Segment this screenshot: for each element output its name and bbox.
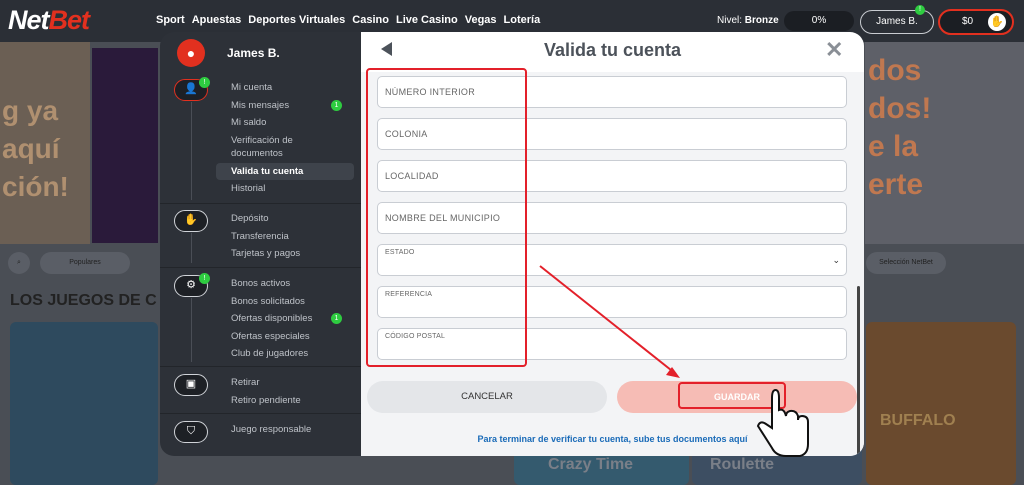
- municipio-field[interactable]: [377, 202, 847, 234]
- sidebar-item-transferencia[interactable]: Transferencia: [216, 228, 354, 246]
- sidebar-item-mi-cuenta[interactable]: Mi cuenta: [216, 79, 354, 97]
- game-tile-text: BUFFALO: [880, 412, 956, 429]
- payments-menu-group: Depósito Transferencia Tarjetas y pagos: [216, 210, 354, 263]
- sidebar-item-verificacion[interactable]: Verificación de documentos: [216, 132, 354, 163]
- nav-item-sport[interactable]: Sport: [156, 14, 185, 26]
- localidad-input[interactable]: [378, 161, 846, 191]
- chip-populares[interactable]: Populares: [40, 252, 130, 274]
- divider: [160, 366, 361, 367]
- sidebar-item-ofertas-disponibles[interactable]: Ofertas disponibles 1: [216, 310, 354, 328]
- promo-banner-right-text: dos dos! e la erte: [868, 54, 932, 201]
- upload-documents-link[interactable]: Para terminar de verificar tu cuenta, su…: [361, 434, 864, 444]
- codigo-postal-label: CÓDIGO POSTAL: [385, 333, 446, 340]
- numero-interior-field[interactable]: [377, 76, 847, 108]
- logo-bet: Bet: [48, 5, 91, 35]
- colonia-field[interactable]: [377, 118, 847, 150]
- game-tile[interactable]: [10, 322, 158, 485]
- nav-item-casino[interactable]: Casino: [352, 14, 389, 26]
- responsible-menu-group: Juego responsable: [216, 421, 354, 439]
- estado-label: ESTADO: [385, 249, 415, 256]
- sidebar-item-deposito[interactable]: Depósito: [216, 210, 354, 228]
- group-line: [191, 233, 192, 263]
- level-label: Nivel:: [717, 15, 743, 26]
- close-icon[interactable]: ✕: [825, 37, 843, 63]
- sidebar-user-name: James B.: [227, 46, 280, 60]
- sidebar-item-tarjetas[interactable]: Tarjetas y pagos: [216, 245, 354, 263]
- withdraw-menu-group: Retirar Retiro pendiente: [216, 374, 354, 409]
- sidebar-item-label: Mis mensajes: [231, 99, 290, 111]
- logo-net: Net: [8, 5, 50, 35]
- account-sidebar: ● James B. 👤 ! Mi cuenta Mis mensajes 1 M…: [160, 32, 361, 456]
- estado-select[interactable]: ESTADO ⌄: [377, 244, 847, 276]
- sidebar-item-mis-mensajes[interactable]: Mis mensajes 1: [216, 97, 354, 115]
- chip-seleccion[interactable]: Selección NetBet: [866, 252, 946, 274]
- referencia-label: REFERENCIA: [385, 291, 433, 298]
- withdraw-icon[interactable]: ▣: [174, 374, 208, 396]
- sidebar-item-ofertas-especiales[interactable]: Ofertas especiales: [216, 328, 354, 346]
- group-line: [191, 298, 192, 362]
- localidad-field[interactable]: [377, 160, 847, 192]
- verify-account-panel: Valida tu cuenta ✕ ESTADO ⌄ REFERENCIA: [361, 32, 864, 456]
- nav-item-vegas[interactable]: Vegas: [465, 14, 497, 26]
- sidebar-item-bonos-solicitados[interactable]: Bonos solicitados: [216, 293, 354, 311]
- numero-interior-input[interactable]: [378, 77, 846, 107]
- sidebar-item-club-jugadores[interactable]: Club de jugadores: [216, 345, 354, 363]
- colonia-input[interactable]: [378, 119, 846, 149]
- games-section-heading: LOS JUEGOS DE C: [10, 292, 157, 309]
- nav-item-deportes-virtuales[interactable]: Deportes Virtuales: [248, 14, 345, 26]
- account-modal: ● James B. 👤 ! Mi cuenta Mis mensajes 1 M…: [160, 32, 864, 456]
- game-tile-text: Crazy Time: [548, 456, 634, 473]
- wallet-icon[interactable]: ✋: [174, 210, 208, 232]
- promo-banner-image: [92, 48, 158, 243]
- group-badge: !: [199, 273, 210, 284]
- save-button[interactable]: GUARDAR: [617, 381, 857, 413]
- sidebar-item-retirar[interactable]: Retirar: [216, 374, 354, 392]
- referencia-field[interactable]: REFERENCIA: [377, 286, 847, 318]
- chevron-down-icon[interactable]: ⌄: [832, 255, 840, 266]
- group-badge: !: [199, 77, 210, 88]
- level-progress-bar: 0%: [784, 11, 854, 31]
- codigo-postal-field[interactable]: CÓDIGO POSTAL: [377, 328, 847, 360]
- divider: [160, 203, 361, 204]
- search-icon[interactable]: ⌕: [8, 252, 30, 274]
- sidebar-item-bonos-activos[interactable]: Bonos activos: [216, 275, 354, 293]
- level-value: Bronze: [744, 15, 779, 26]
- nav-item-apuestas[interactable]: Apuestas: [192, 14, 242, 26]
- main-nav: Sport Apuestas Deportes Virtuales Casino…: [156, 14, 540, 26]
- sidebar-item-historial[interactable]: Historial: [216, 180, 354, 198]
- game-tile-text: Roulette: [710, 456, 774, 473]
- sidebar-header: ● James B.: [160, 32, 361, 72]
- balance-value: $0: [962, 16, 974, 27]
- account-menu-group: Mi cuenta Mis mensajes 1 Mi saldo Verific…: [216, 79, 354, 198]
- user-notification-badge: !: [915, 5, 925, 15]
- divider: [160, 413, 361, 414]
- game-tile[interactable]: [866, 322, 1016, 485]
- divider: [160, 267, 361, 268]
- avatar-icon: ●: [177, 39, 205, 67]
- page-title: Valida tu cuenta: [543, 40, 682, 60]
- municipio-input[interactable]: [378, 203, 846, 233]
- messages-badge: 1: [331, 99, 342, 111]
- netbet-logo[interactable]: NetBet: [8, 5, 91, 36]
- sidebar-item-juego-responsable[interactable]: Juego responsable: [216, 421, 354, 439]
- scrollbar[interactable]: [857, 286, 860, 456]
- offers-badge: 1: [331, 313, 342, 324]
- bonus-menu-group: Bonos activos Bonos solicitados Ofertas …: [216, 275, 354, 363]
- sidebar-item-retiro-pendiente[interactable]: Retiro pendiente: [216, 392, 354, 410]
- cancel-button[interactable]: CANCELAR: [367, 381, 607, 413]
- nav-item-live-casino[interactable]: Live Casino: [396, 14, 458, 26]
- nav-item-loteria[interactable]: Lotería: [504, 14, 541, 26]
- deposit-hand-icon[interactable]: ✋: [988, 13, 1006, 31]
- sidebar-item-valida-cuenta[interactable]: Valida tu cuenta: [216, 162, 354, 180]
- sidebar-item-label: Ofertas disponibles: [231, 313, 313, 324]
- promo-banner-left-text: g ya aquí ción!: [2, 95, 69, 202]
- sidebar-item-mi-saldo[interactable]: Mi saldo: [216, 114, 354, 132]
- shield-icon[interactable]: ⛉: [174, 421, 208, 443]
- level-indicator: Nivel: Bronze: [717, 15, 779, 26]
- group-line: [191, 102, 192, 200]
